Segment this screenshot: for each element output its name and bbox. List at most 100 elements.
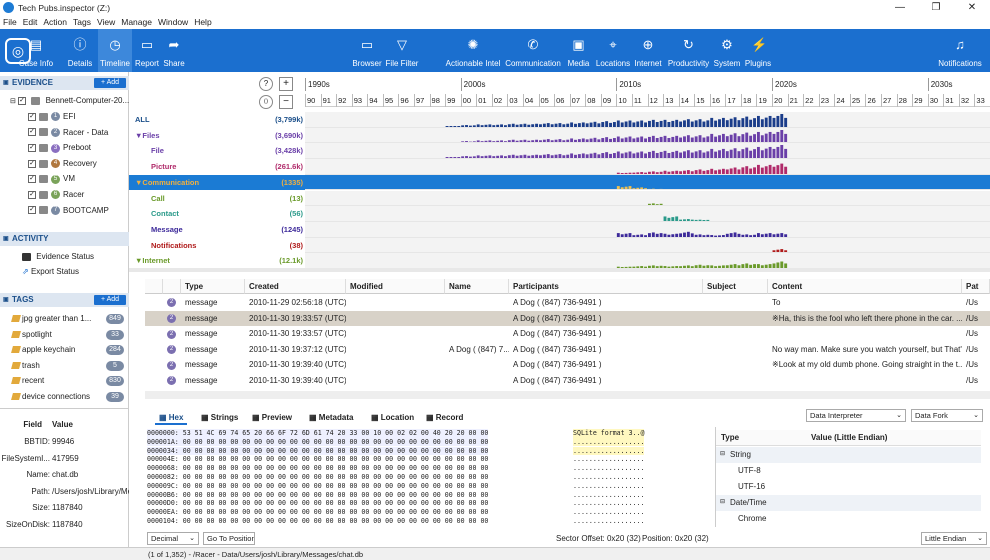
ribbon-browser-button[interactable]: ▭ Browser (350, 29, 384, 72)
ribbon-details-button[interactable]: ⓘ Details (66, 29, 94, 72)
ribbon-share-button[interactable]: ➦ Share (162, 29, 186, 72)
menu-action[interactable]: Action (40, 17, 70, 27)
evidence-volume-item[interactable]: ✓ 3 Preboot (28, 140, 91, 155)
ribbon-internet-button[interactable]: ⊕ Internet (633, 29, 663, 72)
help-icon[interactable]: ? (259, 77, 273, 91)
horizontal-scrollbar[interactable] (145, 391, 990, 399)
timeline-row[interactable]: File (3,428k) (129, 143, 990, 160)
checkbox[interactable]: ✓ (28, 175, 36, 184)
fork-dropdown[interactable]: Data Fork ⌄ (911, 409, 983, 422)
evidence-volume-item[interactable]: ✓ 2 Racer - Data (28, 125, 108, 140)
notifications-button[interactable]: ♫ Notifications (934, 29, 986, 72)
ribbon-report-button[interactable]: ▭ Report (133, 29, 161, 72)
table-row[interactable]: 2 message 2010-11-30 19:33:57 (UTC) A Dog (… (145, 310, 990, 327)
close-button[interactable]: ✕ (954, 0, 990, 15)
table-row[interactable]: 2 message 2010-11-30 19:33:57 (UTC) A Dog (… (145, 326, 990, 342)
column-header[interactable]: Type (181, 279, 245, 294)
timeline-row[interactable]: ▼Files (3,690k) (129, 127, 990, 144)
maximize-button[interactable]: ❐ (918, 0, 954, 15)
menu-edit[interactable]: Edit (20, 17, 41, 27)
ribbon-case-info-button[interactable]: ▤ Case Info (18, 29, 54, 72)
table-row[interactable]: 2 message 2010-11-30 19:39:40 (UTC) A Dog (… (145, 357, 990, 373)
tab-metadata[interactable]: ▦ Metadata (305, 410, 357, 425)
checkbox[interactable]: ✓ (28, 190, 36, 199)
tab-location[interactable]: ▦ Location (367, 410, 418, 425)
timeline-row[interactable]: Call (13) (129, 190, 990, 207)
interpreter-group[interactable]: ⊟ Date/Time (716, 495, 981, 511)
checkbox[interactable]: ✓ (18, 96, 27, 105)
zoom-in-button[interactable]: + (279, 77, 293, 91)
checkbox[interactable]: ✓ (28, 112, 36, 121)
evidence-volume-item[interactable]: ✓ 4 Recovery (28, 156, 97, 171)
column-header[interactable]: Pat (962, 279, 990, 294)
checkbox[interactable]: ✓ (28, 128, 36, 137)
checkbox[interactable]: ✓ (28, 206, 36, 215)
hex-view[interactable]: 0000000: 53 51 4C 69 74 65 20 66 6F 72 6… (145, 427, 712, 527)
timeline-row[interactable]: Contact (56) (129, 206, 990, 222)
tab-strings[interactable]: ▦ Strings (197, 410, 242, 425)
menu-view[interactable]: View (94, 17, 118, 27)
menu-window[interactable]: Window (155, 17, 191, 27)
evidence-volume-item[interactable]: ✓ 7 BOOTCAMP (28, 203, 109, 218)
ribbon-productivity-button[interactable]: ↻ Productivity (666, 29, 711, 72)
timeline-row[interactable]: ▼Communication (1335) (129, 174, 990, 191)
ribbon-locations-button[interactable]: ⌖ Locations (594, 29, 632, 72)
column-header[interactable]: Modified (346, 279, 445, 294)
column-header[interactable] (163, 279, 181, 294)
timeline-row[interactable]: Picture (261.6k) (129, 159, 990, 175)
menu-manage[interactable]: Manage (118, 17, 155, 27)
tags-section-header[interactable]: ▣ TAGS + Add (0, 293, 129, 307)
go-to-position-input[interactable]: Go To Position (203, 532, 255, 545)
evidence-section-header[interactable]: ▣ EVIDENCE + Add (0, 76, 129, 90)
table-row[interactable]: 2 message 2010-11-30 19:39:40 (UTC) A Dog (… (145, 373, 990, 389)
column-header[interactable]: Content (768, 279, 962, 294)
column-header[interactable]: Created (245, 279, 346, 294)
table-row[interactable]: 2 message 2010-11-29 02:56:18 (UTC) A Dog (… (145, 295, 990, 311)
timeline-row[interactable]: Message (1245) (129, 221, 990, 238)
evidence-status-item[interactable]: Evidence Status (22, 249, 94, 264)
column-header[interactable]: Subject (703, 279, 768, 294)
zoom-out-button[interactable]: − (279, 95, 293, 109)
tag-item[interactable]: apple keychain 284 (0, 342, 129, 358)
activity-section-header[interactable]: ▣ ACTIVITY (0, 232, 129, 246)
ribbon-timeline-button[interactable]: ◷ Timeline (98, 29, 132, 72)
evidence-volume-item[interactable]: ✓ 5 VM (28, 171, 75, 186)
add-tag-button[interactable]: + Add (94, 295, 126, 305)
tab-preview[interactable]: ▦ Preview (248, 410, 296, 425)
checkbox[interactable]: ✓ (28, 159, 36, 168)
ribbon-communication-button[interactable]: ✆ Communication (503, 29, 563, 72)
format-dropdown[interactable]: Decimal ⌄ (147, 532, 199, 545)
timeline-row[interactable]: ALL (3,799k) (129, 112, 990, 128)
table-row[interactable]: 2 message 2010-11-30 19:37:12 (UTC) A Dog (… (145, 342, 990, 358)
column-header[interactable] (145, 279, 163, 294)
export-status-item[interactable]: ⇗ Export Status (22, 264, 79, 279)
tag-item[interactable]: spotlight 33 (0, 327, 129, 343)
ribbon-plugins-button[interactable]: ⚡ Plugins (743, 29, 773, 72)
tag-item[interactable]: device connections 39 (0, 389, 129, 405)
timeline-row[interactable]: ▼Internet (12.1k) (129, 253, 990, 269)
column-header[interactable]: Participants (509, 279, 703, 294)
endian-dropdown[interactable]: Little Endian ⌄ (921, 532, 987, 545)
tag-item[interactable]: recent 830 (0, 373, 129, 389)
menu-tags[interactable]: Tags (70, 17, 94, 27)
ribbon-actionable-intel-button[interactable]: ✺ Actionable Intel (443, 29, 503, 72)
tag-item[interactable]: trash 5 (0, 358, 129, 374)
evidence-volume-item[interactable]: ✓ 6 Racer (28, 187, 84, 202)
tab-record[interactable]: ▦ Record (422, 410, 467, 425)
ribbon-system-button[interactable]: ⚙ System (713, 29, 741, 72)
ribbon-file-filter-button[interactable]: ▽ File Filter (385, 29, 419, 72)
interpreter-dropdown[interactable]: Data Interpreter ⌄ (806, 409, 906, 422)
timeline-row[interactable]: Notifications (38) (129, 237, 990, 254)
menu-file[interactable]: File (0, 17, 20, 27)
evidence-root-item[interactable]: ⊟ ✓ Bennett-Computer-20... (10, 93, 129, 108)
menu-help[interactable]: Help (191, 17, 214, 27)
ribbon-media-button[interactable]: ▣ Media (565, 29, 592, 72)
column-header[interactable]: Name (445, 279, 509, 294)
fit-button[interactable]: ⟨⟩ (259, 95, 273, 109)
evidence-volume-item[interactable]: ✓ 1 EFI (28, 109, 75, 124)
checkbox[interactable]: ✓ (28, 144, 36, 153)
tab-hex[interactable]: ▦ Hex (155, 410, 188, 425)
tag-item[interactable]: jpg greater than 1... 849 (0, 311, 129, 327)
interpreter-group[interactable]: ⊟ String (716, 447, 981, 463)
minimize-button[interactable]: — (882, 0, 918, 15)
